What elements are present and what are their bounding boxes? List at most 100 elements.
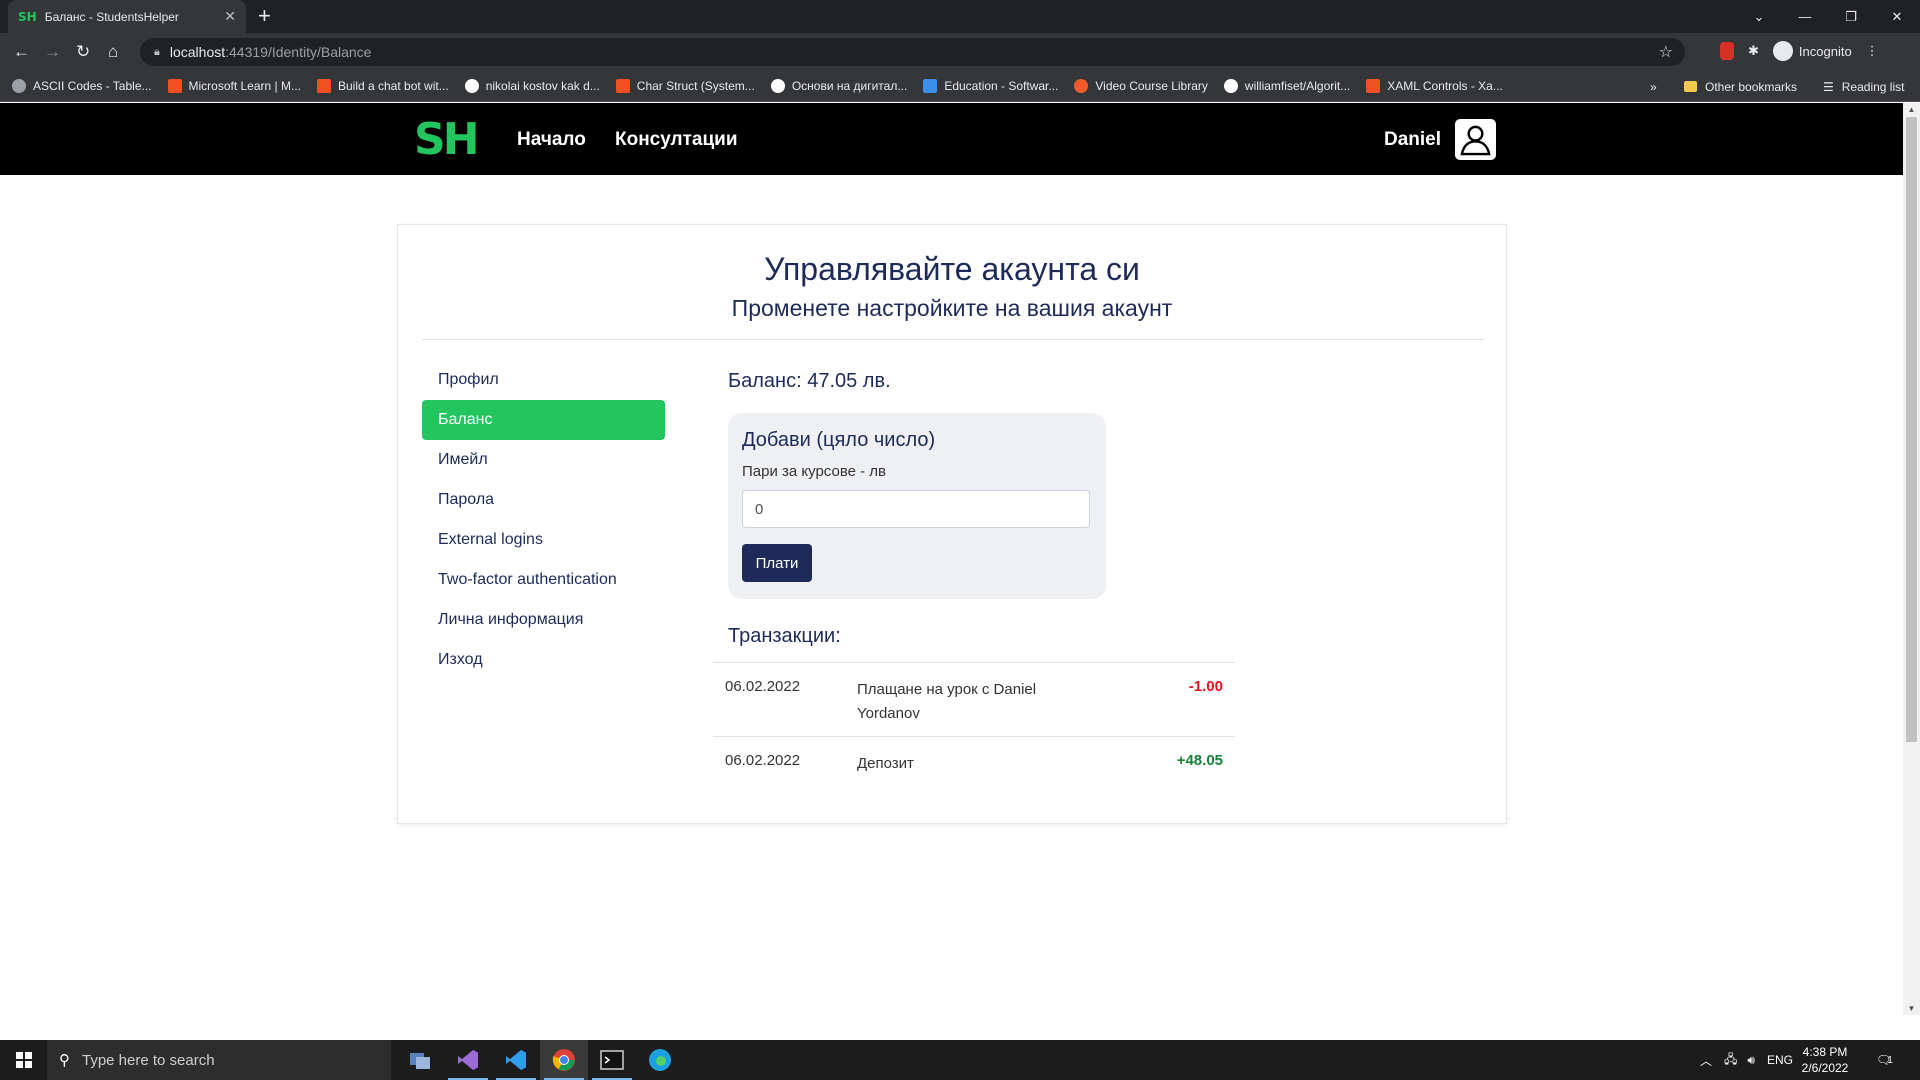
taskbar-app-vscode[interactable] xyxy=(492,1040,540,1080)
bookmark-item[interactable]: nikolai kostov kak d... xyxy=(464,79,600,93)
bookmark-item[interactable]: Build a chat bot wit... xyxy=(316,79,449,93)
menu-item-password[interactable]: Парола xyxy=(422,480,665,520)
menu-item-email[interactable]: Имейл xyxy=(422,440,665,480)
bookmark-item[interactable]: williamfiset/Algorit... xyxy=(1223,79,1351,93)
other-bookmarks[interactable]: Other bookmarks xyxy=(1684,71,1797,102)
taskbar-app-terminal[interactable] xyxy=(588,1040,636,1080)
bookmark-label: Основи на дигитал... xyxy=(791,79,908,93)
bookmark-item[interactable]: XAML Controls - Xa... xyxy=(1366,79,1503,93)
bookmark-label: Video Course Library xyxy=(1095,79,1208,93)
reading-list[interactable]: ☰ Reading list xyxy=(1823,71,1904,102)
tx-description: Депозит xyxy=(857,755,914,772)
taskbar-app-visual-studio[interactable] xyxy=(444,1040,492,1080)
minimize-icon[interactable]: — xyxy=(1782,9,1828,24)
bookmark-label: XAML Controls - Xa... xyxy=(1387,79,1503,93)
terminal-icon xyxy=(600,1050,624,1070)
tab-search-icon[interactable]: ⌄ xyxy=(1736,9,1782,25)
bookmark-star-icon[interactable]: ☆ xyxy=(1659,42,1673,62)
chrome-menu-icon[interactable]: ⋮ xyxy=(1866,43,1879,59)
bookmarks-overflow[interactable]: » xyxy=(1650,71,1657,102)
microsoft-icon xyxy=(1366,79,1381,93)
bookmark-item[interactable]: Основи на дигитал... xyxy=(770,79,908,93)
bookmarks-bar: ASCII Codes - Table... Microsoft Learn | … xyxy=(0,71,1920,102)
scroll-down-icon[interactable]: ▼ xyxy=(1903,1004,1920,1013)
bookmarks-overflow-icon[interactable]: » xyxy=(1650,80,1657,94)
menu-item-balance[interactable]: Баланс xyxy=(422,400,665,440)
windows-taskbar: ⚲ Type here to search ︿ 🖧︎ 🔊︎ ENG 4:38 P… xyxy=(0,1040,1920,1080)
lock-icon[interactable]: 🔒︎ xyxy=(154,46,160,59)
taskbar-app-ide[interactable] xyxy=(396,1040,444,1080)
form-title: Добави (цяло число) xyxy=(742,429,936,451)
close-window-icon[interactable]: ✕ xyxy=(1874,9,1920,25)
extension-icon[interactable] xyxy=(1720,42,1734,60)
reading-list-icon: ☰ xyxy=(1823,79,1834,94)
site-navbar: SH Начало Консултации Daniel xyxy=(0,103,1903,175)
network-icon[interactable]: 🖧︎ xyxy=(1724,1050,1737,1071)
github-icon xyxy=(1223,79,1238,93)
notifications[interactable]: 🗨︎ 1 xyxy=(1876,1040,1893,1080)
tab-title: Баланс - StudentsHelper xyxy=(44,9,179,24)
taskbar-app-chrome[interactable] xyxy=(540,1040,588,1080)
nav-consultations-link[interactable]: Консултации xyxy=(615,129,738,151)
bookmark-label: ASCII Codes - Table... xyxy=(33,79,152,93)
search-placeholder: Type here to search xyxy=(82,1051,215,1069)
microsoft-icon xyxy=(316,79,331,93)
search-icon: ⚲ xyxy=(59,1052,70,1069)
bookmark-label: Microsoft Learn | M... xyxy=(188,79,301,93)
user-name[interactable]: Daniel xyxy=(1384,129,1441,151)
menu-item-two-factor[interactable]: Two-factor authentication xyxy=(422,560,665,600)
bookmark-item[interactable]: Video Course Library xyxy=(1074,79,1208,93)
forward-icon[interactable]: → xyxy=(44,42,61,62)
incognito-profile[interactable]: Incognito xyxy=(1772,41,1852,61)
add-funds-form: Добави (цяло число) Пари за курсове - лв… xyxy=(728,413,1106,599)
scroll-up-icon[interactable]: ▲ xyxy=(1903,105,1920,114)
browser-tab[interactable]: SH Баланс - StudentsHelper ✕ xyxy=(8,0,246,33)
menu-item-personal-info[interactable]: Лична информация xyxy=(422,600,665,640)
taskbar-app-edge[interactable] xyxy=(636,1040,684,1080)
menu-item-logout[interactable]: Изход xyxy=(422,640,665,680)
clock-time: 4:38 PM xyxy=(1802,1045,1848,1059)
bookmark-item[interactable]: ASCII Codes - Table... xyxy=(12,79,152,93)
home-icon[interactable]: ⌂ xyxy=(108,42,118,62)
tab-close-icon[interactable]: ✕ xyxy=(224,8,236,25)
menu-item-profile[interactable]: Профил xyxy=(422,360,665,400)
windows-start-icon[interactable] xyxy=(0,1040,47,1080)
pay-button[interactable]: Плати xyxy=(742,544,812,582)
new-tab-icon[interactable]: + xyxy=(258,5,271,27)
reading-list-label: Reading list xyxy=(1841,79,1905,94)
bookmark-item[interactable]: Char Struct (System... xyxy=(615,79,755,93)
bookmark-label: Build a chat bot wit... xyxy=(337,79,449,93)
reload-icon[interactable]: ↻ xyxy=(76,42,90,62)
address-bar[interactable]: 🔒︎ localhost :44319/Identity/Balance ☆ xyxy=(140,38,1685,66)
scrollbar-thumb[interactable] xyxy=(1906,117,1917,742)
window-controls: ⌄ — ❐ ✕ xyxy=(1736,0,1920,33)
extensions-puzzle-icon[interactable]: ✱ xyxy=(1748,43,1759,59)
bookmark-label: Char Struct (System... xyxy=(636,79,755,93)
taskbar-search[interactable]: ⚲ Type here to search xyxy=(47,1040,391,1080)
volume-icon[interactable]: 🔊︎ xyxy=(1747,1053,1755,1068)
tab-favicon: SH xyxy=(18,9,37,24)
tray-chevron-icon[interactable]: ︿ xyxy=(1700,1052,1712,1069)
transactions-table: 06.02.2022 Плащане на урок с Daniel Yord… xyxy=(713,662,1235,787)
table-row: 06.02.2022 Депозит +48.05 xyxy=(713,737,1235,787)
taskbar-clock[interactable]: 4:38 PM 2/6/2022 xyxy=(1790,1044,1860,1076)
bookmark-item[interactable]: Microsoft Learn | M... xyxy=(167,79,301,93)
microsoft-icon xyxy=(167,79,182,93)
table-row: 06.02.2022 Плащане на урок с Daniel Yord… xyxy=(713,663,1235,737)
site-logo[interactable]: SH xyxy=(414,115,479,165)
google-icon xyxy=(464,79,479,93)
clock-date: 2/6/2022 xyxy=(1801,1061,1849,1075)
tx-date: 06.02.2022 xyxy=(725,752,801,769)
tx-amount: +48.05 xyxy=(1176,752,1223,769)
nav-home-link[interactable]: Начало xyxy=(517,129,586,151)
balance-text: Баланс: 47.05 лв. xyxy=(728,370,891,392)
bookmark-label: williamfiset/Algorit... xyxy=(1244,79,1351,93)
back-icon[interactable]: ← xyxy=(13,42,30,62)
page-scrollbar[interactable]: ▲ ▼ xyxy=(1903,103,1920,1015)
bookmark-item[interactable]: Education - Softwar... xyxy=(923,79,1058,93)
account-menu: Профил Баланс Имейл Парола External logi… xyxy=(422,360,665,680)
restore-icon[interactable]: ❐ xyxy=(1828,9,1874,25)
menu-item-external-logins[interactable]: External logins xyxy=(422,520,665,560)
amount-input[interactable]: 0 xyxy=(742,490,1090,528)
user-avatar-icon[interactable] xyxy=(1455,119,1496,160)
